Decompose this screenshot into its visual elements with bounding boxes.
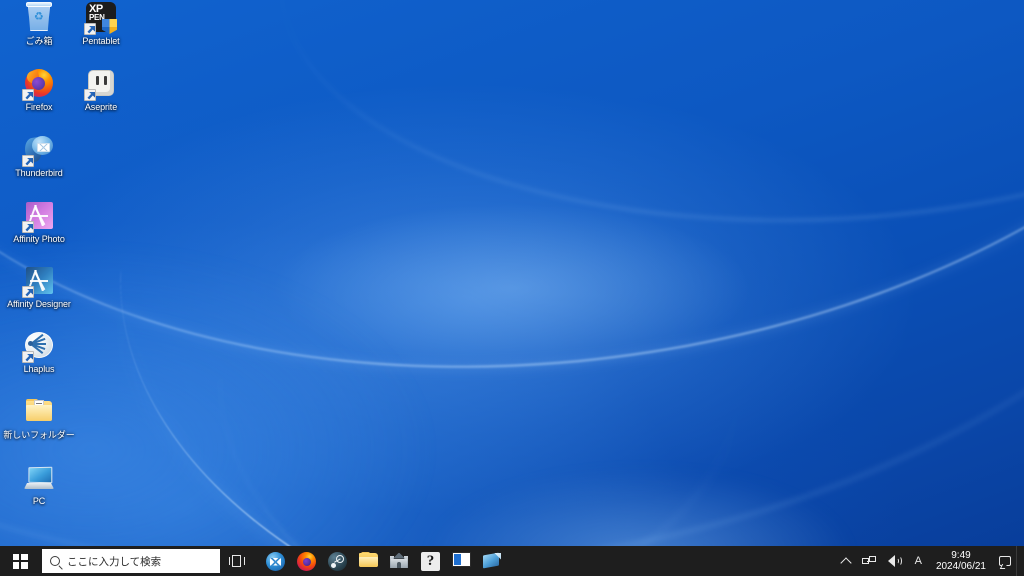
castle-icon [390,552,409,571]
search-placeholder: ここに入力して検索 [67,555,162,568]
clock-date: 2024/06/21 [935,561,986,572]
desktop-icon-firefox[interactable]: Firefox [6,68,72,112]
paper-icon [483,552,502,571]
folder-icon [23,396,55,428]
desktop-icon-label: Aseprite [84,102,118,112]
taskbar-item-castle-app[interactable] [384,546,415,576]
tray-volume-button[interactable] [882,546,909,576]
desktop-icon-aseprite[interactable]: Aseprite [68,68,134,112]
desktop-icon-lhaplus[interactable]: Lhaplus [6,330,72,374]
desktop-icon-label: Affinity Photo [13,234,65,244]
chevron-up-icon [839,556,852,569]
taskbar-pinned-apps: ? [260,546,508,576]
ime-indicator-icon: A [914,555,922,567]
taskbar-item-file-explorer[interactable] [353,546,384,576]
notification-balloon-icon [999,556,1011,566]
taskbar-item-firefox[interactable] [291,546,322,576]
desktop-icon-label: 新しいフォルダー [3,430,75,440]
affinity-photo-icon [22,200,55,233]
network-icon [861,555,876,567]
blue-panel-icon [452,551,471,571]
desktop-icon-label: ごみ箱 [25,36,53,46]
desktop-icon-recycle-bin[interactable]: ♻ ごみ箱 [6,2,72,46]
desktop-icon-thunderbird[interactable]: Thunderbird [6,134,72,178]
system-tray: A 9:49 2024/06/21 [836,546,1024,576]
shortcut-arrow-icon [22,221,34,233]
shortcut-arrow-icon [22,89,34,101]
notification-center-button[interactable] [994,546,1016,576]
pentablet-icon: XP PEN [84,2,117,35]
clock-time: 9:49 [951,550,971,561]
file-explorer-icon [359,551,378,571]
taskbar-item-thunderbird[interactable] [260,546,291,576]
desktop-icon-layer: ♻ ごみ箱 XP PEN Pentablet Firefox Aseprite … [0,0,1024,576]
windows-logo-icon [12,553,28,569]
search-icon [50,556,60,566]
desktop-icon-affinity-photo[interactable]: Affinity Photo [6,200,72,244]
tray-overflow-button[interactable] [836,546,856,576]
taskbar: ここに入力して検索 ? A 9:49 2024/06/21 [0,546,1024,576]
desktop-icon-affinity-designer[interactable]: Affinity Designer [6,265,72,309]
lhaplus-icon [22,330,55,363]
desktop-icon-pc[interactable]: PC [6,462,72,506]
firefox-icon [22,68,55,101]
firefox-icon [297,551,316,571]
desktop-icon-label: Affinity Designer [7,299,71,309]
tray-ime-button[interactable]: A [909,546,928,576]
task-view-button[interactable] [220,546,254,576]
start-button[interactable] [0,546,40,576]
thunderbird-icon [22,134,55,167]
task-view-icon [229,555,245,567]
taskbar-item-help-app[interactable]: ? [415,546,446,576]
desktop-icon-label: Thunderbird [15,168,63,178]
taskbar-clock[interactable]: 9:49 2024/06/21 [928,546,994,576]
taskbar-item-blue-panel-app[interactable] [446,546,477,576]
shortcut-arrow-icon [84,23,96,35]
desktop-icon-label: Lhaplus [23,364,55,374]
recycle-bin-icon: ♻ [23,2,55,34]
desktop-icon-label: Firefox [25,102,53,112]
shortcut-arrow-icon [22,155,34,167]
desktop-icon-new-folder[interactable]: 新しいフォルダー [3,396,75,440]
pc-icon [23,462,55,494]
steam-icon [328,551,347,571]
shortcut-arrow-icon [22,286,34,298]
show-desktop-button[interactable] [1016,546,1022,576]
aseprite-icon [84,68,117,101]
desktop-icon-label: Pentablet [82,36,120,46]
taskbar-item-steam[interactable] [322,546,353,576]
search-input[interactable]: ここに入力して検索 [42,549,220,573]
question-mark-icon: ? [421,551,440,571]
taskbar-item-paper-app[interactable] [477,546,508,576]
shortcut-arrow-icon [84,89,96,101]
shortcut-arrow-icon [22,351,34,363]
affinity-designer-icon [22,265,55,298]
thunderbird-icon [266,551,285,571]
desktop-icon-label: PC [32,496,46,506]
tray-network-button[interactable] [856,546,882,576]
speaker-icon [887,555,903,567]
desktop-icon-pentablet[interactable]: XP PEN Pentablet [68,2,134,46]
